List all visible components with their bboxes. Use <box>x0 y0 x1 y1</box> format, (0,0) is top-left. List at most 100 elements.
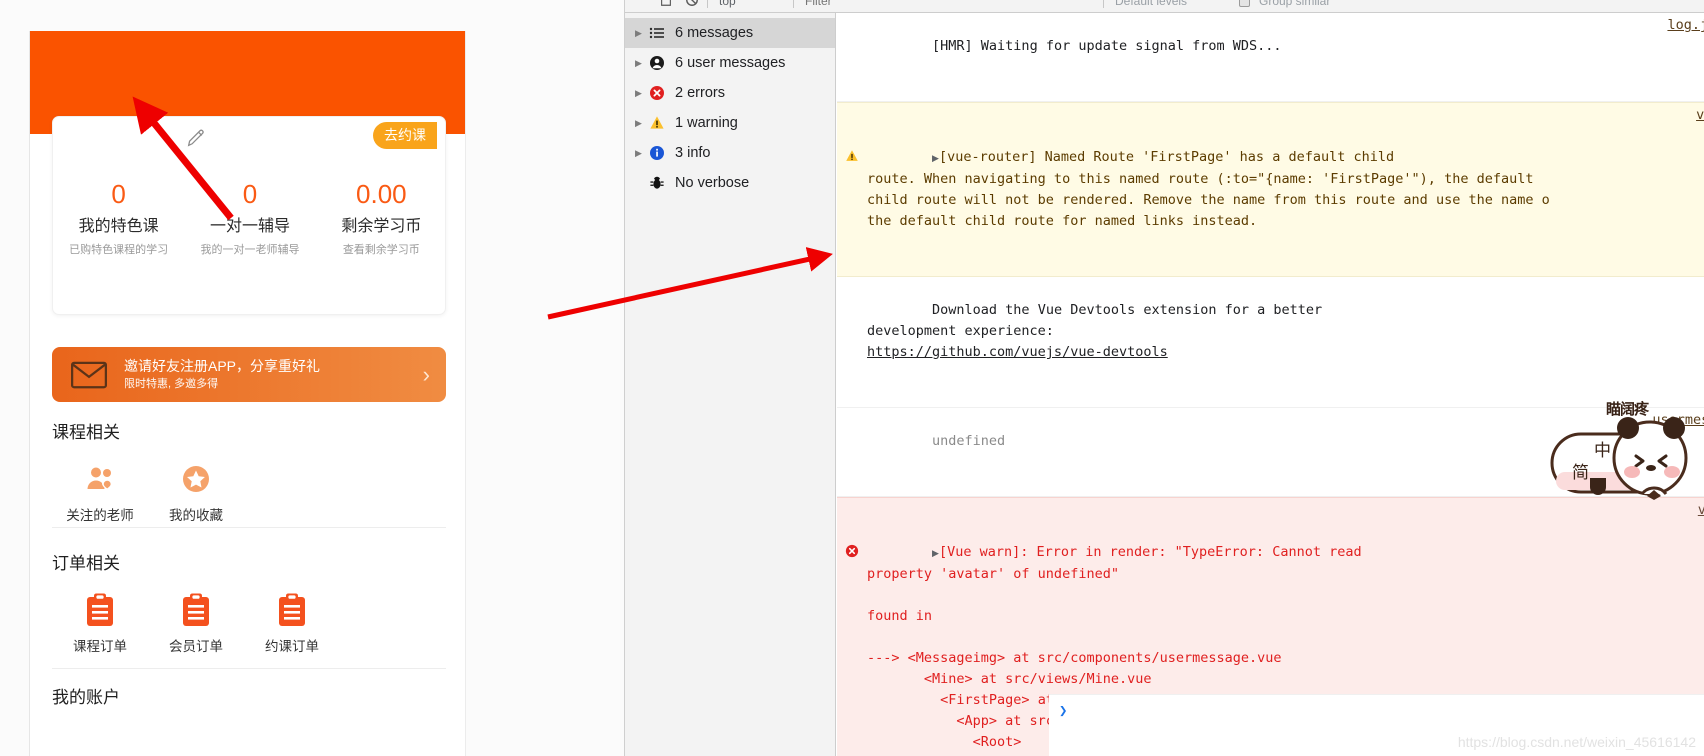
warning-icon <box>845 107 860 161</box>
message-text: [HMR] Waiting for update signal from WDS… <box>932 38 1282 54</box>
section-order-related: 订单相关 课程订单 会员订单 约课订单 <box>52 552 446 656</box>
bug-icon <box>649 175 675 191</box>
stat-item[interactable]: 0.00 剩余学习币 查看剩余学习币 <box>316 179 447 258</box>
console-toolbar: top Default levels Group similar <box>625 0 1704 13</box>
sidebar-item-label: 6 messages <box>675 25 754 41</box>
ime-panda-mascot: 中 简 <box>1550 398 1704 523</box>
clipboard-icon <box>244 592 340 628</box>
section-divider <box>52 668 446 669</box>
watermark-text: https://blog.csdn.net/weixin_45616142 <box>1457 734 1696 750</box>
console-message-info[interactable]: Download the Vue Devtools extension for … <box>837 277 1704 408</box>
context-selector[interactable]: top <box>719 0 736 8</box>
clear-console-icon[interactable] <box>659 0 673 7</box>
sidebar-item-label: No verbose <box>675 175 750 191</box>
message-text: Download the Vue Devtools extension for … <box>867 302 1323 339</box>
console-message-warning[interactable]: ▶[vue-router] Named Route 'FirstPage' ha… <box>837 102 1704 277</box>
chevron-right-icon[interactable]: ▶ <box>635 26 649 40</box>
tile-course-orders[interactable]: 课程订单 <box>52 592 148 656</box>
chevron-right-icon[interactable]: ▶ <box>635 56 649 70</box>
tile-followed-teacher[interactable]: 关注的老师 <box>52 461 148 525</box>
sidebar-item-label: 2 errors <box>675 85 725 101</box>
no-entry-icon[interactable] <box>685 0 699 7</box>
message-source-link[interactable]: log.js?1afd: <box>1667 15 1704 36</box>
error-icon <box>649 85 675 101</box>
pencil-edit-icon[interactable] <box>185 127 207 149</box>
sidebar-item-messages[interactable]: ▶ 6 messages <box>625 18 835 48</box>
tile-label: 我的收藏 <box>169 508 223 523</box>
sidebar-item-user-messages[interactable]: ▶ 6 user messages <box>625 48 835 78</box>
chevron-right-icon[interactable]: ▶ <box>635 146 649 160</box>
tile-label: 关注的老师 <box>66 508 134 523</box>
stat-item[interactable]: 0 一对一辅导 我的一对一老师辅导 <box>184 179 315 258</box>
error-icon <box>845 502 860 558</box>
tile-label: 约课订单 <box>265 639 319 654</box>
tile-member-orders[interactable]: 会员订单 <box>148 592 244 656</box>
sidebar-item-label: 1 warning <box>675 115 738 131</box>
prompt-caret-icon: ❯ <box>1059 703 1068 719</box>
console-sidebar: ▶ 6 messages ▶ 6 user messages ▶ 2 error… <box>625 13 836 756</box>
sidebar-item-label: 6 user messages <box>675 55 786 71</box>
console-message-log[interactable]: [HMR] Waiting for update signal from WDS… <box>837 13 1704 102</box>
svg-text:中: 中 <box>1594 441 1611 460</box>
sidebar-item-info[interactable]: ▶ 3 info <box>625 138 835 168</box>
chevron-right-icon[interactable]: ▶ <box>635 86 649 100</box>
stat-value: 0.00 <box>356 179 407 209</box>
stat-subtitle: 查看剩余学习币 <box>342 244 420 256</box>
star-favorite-icon <box>148 461 244 497</box>
stat-value: 0 <box>111 179 126 209</box>
section-divider <box>52 527 446 528</box>
section-course-related: 课程相关 关注的老师 我的收藏 <box>52 421 446 525</box>
book-class-button[interactable]: 去约课 <box>373 122 437 149</box>
stat-title: 剩余学习币 <box>341 218 422 235</box>
tile-label: 课程订单 <box>73 639 127 654</box>
expand-arrow-icon[interactable]: ▶ <box>932 153 939 163</box>
group-similar-checkbox[interactable] <box>1239 0 1250 7</box>
mobile-page-frame: 去约课 0 我的特色课 已购特色课程的学习 0 一对一辅导 我的一对一老师辅导 … <box>29 31 466 756</box>
tile-booking-orders[interactable]: 约课订单 <box>244 592 340 656</box>
section-title: 我的账户 <box>52 688 120 707</box>
tile-my-favorites[interactable]: 我的收藏 <box>148 461 244 525</box>
tile-label: 会员订单 <box>169 639 223 654</box>
log-levels-selector[interactable]: Default levels <box>1115 0 1187 8</box>
stat-title: 我的特色课 <box>78 218 159 235</box>
info-icon <box>649 145 675 161</box>
stats-row: 0 我的特色课 已购特色课程的学习 0 一对一辅导 我的一对一老师辅导 0.00… <box>53 179 447 258</box>
sidebar-item-errors[interactable]: ▶ 2 errors <box>625 78 835 108</box>
invite-text-block: 邀请好友注册APP，分享重好礼 限时特惠, 多邀多得 <box>124 356 423 393</box>
chevron-right-icon: › <box>422 361 430 387</box>
stat-value: 0 <box>242 179 258 209</box>
stat-item[interactable]: 0 我的特色课 已购特色课程的学习 <box>53 179 184 258</box>
person-icon <box>649 55 675 71</box>
envelope-icon <box>70 360 108 390</box>
clipboard-icon <box>52 592 148 628</box>
sidebar-item-verbose[interactable]: No verbose <box>625 168 835 198</box>
message-text: undefined <box>932 433 1006 449</box>
invite-friends-banner[interactable]: 邀请好友注册APP，分享重好礼 限时特惠, 多邀多得 › <box>52 347 446 402</box>
message-source-link[interactable]: vue-router.esm.js?8c4f: <box>1696 105 1704 126</box>
chevron-right-icon[interactable]: ▶ <box>635 116 649 130</box>
message-link[interactable]: https://github.com/vuejs/vue-devtools <box>867 344 1168 360</box>
profile-stats-card: 去约课 0 我的特色课 已购特色课程的学习 0 一对一辅导 我的一对一老师辅导 … <box>52 116 446 315</box>
clipboard-icon <box>148 592 244 628</box>
warning-icon <box>649 115 675 131</box>
tile-row: 课程订单 会员订单 约课订单 <box>52 592 446 656</box>
stat-title: 一对一辅导 <box>209 218 290 235</box>
tile-row: 关注的老师 我的收藏 <box>52 461 446 525</box>
section-my-account: 我的账户 <box>52 686 446 710</box>
followed-teacher-icon <box>52 461 148 497</box>
stat-subtitle: 已购特色课程的学习 <box>69 244 169 256</box>
filter-input[interactable] <box>805 0 1095 9</box>
expand-arrow-icon[interactable]: ▶ <box>932 548 939 558</box>
invite-title: 邀请好友注册APP，分享重好礼 <box>124 358 321 374</box>
list-icon <box>649 25 675 41</box>
group-similar-label: Group similar <box>1259 0 1331 8</box>
sidebar-item-label: 3 info <box>675 145 711 161</box>
invite-subtitle: 限时特惠, 多邀多得 <box>124 378 219 390</box>
console-message-list[interactable]: [HMR] Waiting for update signal from WDS… <box>837 13 1704 756</box>
sidebar-item-warnings[interactable]: ▶ 1 warning <box>625 108 835 138</box>
devtools-panel: top Default levels Group similar ▶ 6 mes… <box>624 0 1704 756</box>
section-title: 课程相关 <box>52 423 120 442</box>
message-text: [vue-router] Named Route 'FirstPage' has… <box>867 149 1550 229</box>
stat-subtitle: 我的一对一老师辅导 <box>200 244 300 256</box>
section-title: 订单相关 <box>52 554 120 573</box>
